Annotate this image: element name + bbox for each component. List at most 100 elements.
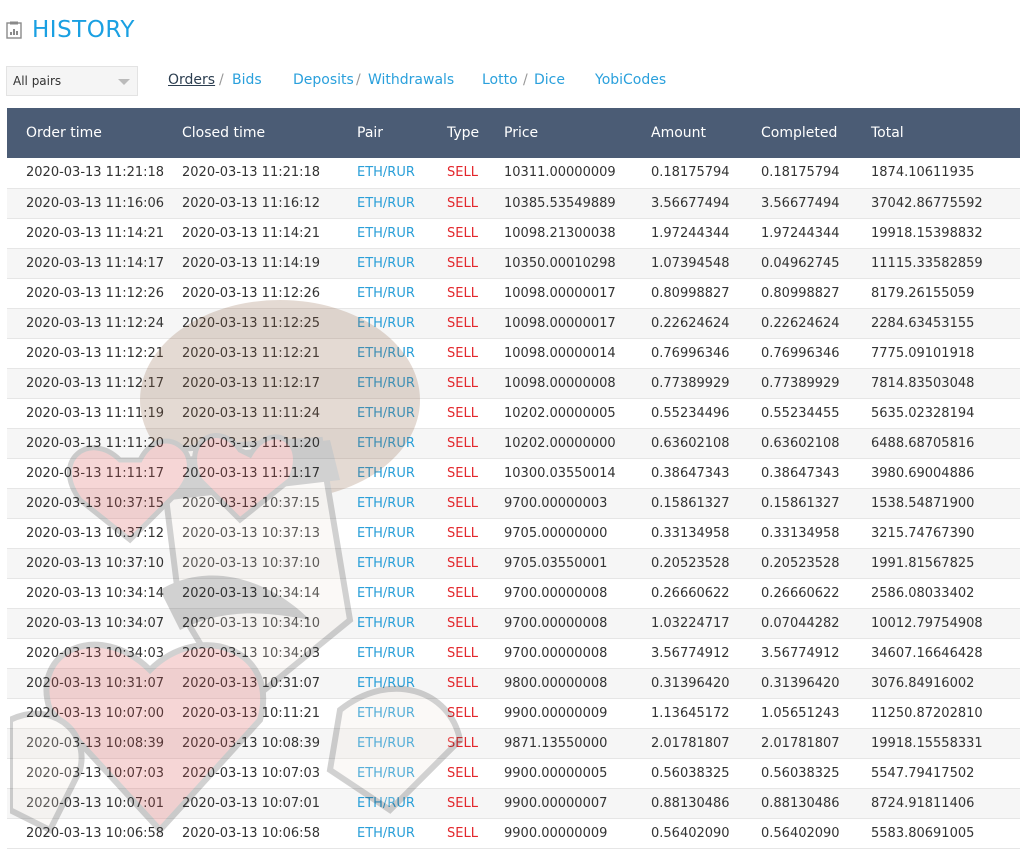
amount-cell: 2.01781807 bbox=[651, 735, 730, 751]
completed-cell: 0.55234455 bbox=[761, 405, 840, 421]
column-header: Type bbox=[447, 125, 480, 141]
pair-cell[interactable]: ETH/RUR bbox=[357, 428, 447, 458]
closed-time-cell: 2020-03-13 11:11:17 bbox=[182, 465, 321, 481]
pair-cell[interactable]: ETH/RUR bbox=[357, 728, 447, 758]
order-time-cell: 2020-03-13 10:31:07 bbox=[26, 675, 165, 691]
price-cell: 9700.00000008 bbox=[504, 645, 608, 661]
tab-yobicodes[interactable]: YobiCodes bbox=[595, 72, 666, 88]
amount-cell: 0.22624624 bbox=[651, 315, 730, 331]
table-row: 2020-03-13 11:12:21 2020-03-13 11:12:21 ET… bbox=[7, 338, 1020, 368]
tab-dice[interactable]: Dice bbox=[534, 72, 565, 88]
pair-cell[interactable]: ETH/RUR bbox=[357, 188, 447, 218]
tab-bids[interactable]: Bids bbox=[232, 72, 262, 88]
table-row: 2020-03-13 10:07:01 2020-03-13 10:07:01 ET… bbox=[7, 788, 1020, 818]
pair-cell[interactable]: ETH/RUR bbox=[357, 818, 447, 848]
type-cell: SELL bbox=[447, 525, 478, 541]
history-icon bbox=[6, 21, 22, 39]
price-cell: 9705.00000000 bbox=[504, 525, 608, 541]
price-cell: 9900.00000007 bbox=[504, 795, 608, 811]
order-time-cell: 2020-03-13 10:37:15 bbox=[26, 495, 165, 511]
price-cell: 10098.00000014 bbox=[504, 345, 616, 361]
nav-separator: / bbox=[523, 72, 528, 88]
type-cell: SELL bbox=[447, 495, 478, 511]
completed-cell: 2.01781807 bbox=[761, 735, 840, 751]
completed-cell: 0.04962745 bbox=[761, 255, 840, 271]
pair-cell[interactable]: ETH/RUR bbox=[357, 338, 447, 368]
pair-cell[interactable]: ETH/RUR bbox=[357, 548, 447, 578]
pair-cell[interactable]: ETH/RUR bbox=[357, 218, 447, 248]
amount-cell: 0.31396420 bbox=[651, 675, 730, 691]
type-cell: SELL bbox=[447, 195, 478, 211]
closed-time-cell: 2020-03-13 10:34:14 bbox=[182, 585, 321, 601]
amount-cell: 3.56774912 bbox=[651, 645, 730, 661]
closed-time-cell: 2020-03-13 11:12:26 bbox=[182, 285, 321, 301]
table-row: 2020-03-13 11:12:24 2020-03-13 11:12:25 ET… bbox=[7, 308, 1020, 338]
table-row: 2020-03-13 11:12:17 2020-03-13 11:12:17 ET… bbox=[7, 368, 1020, 398]
pair-cell[interactable]: ETH/RUR bbox=[357, 698, 447, 728]
column-header: Amount bbox=[651, 125, 707, 141]
pair-cell[interactable]: ETH/RUR bbox=[357, 308, 447, 338]
table-body: 2020-03-13 11:21:18 2020-03-13 11:21:18 ET… bbox=[7, 158, 1020, 848]
total-cell: 37042.86775592 bbox=[871, 195, 983, 211]
column-header: Pair bbox=[357, 125, 384, 141]
order-time-cell: 2020-03-13 11:14:17 bbox=[26, 255, 165, 271]
table-row: 2020-03-13 10:34:14 2020-03-13 10:34:14 ET… bbox=[7, 578, 1020, 608]
table-row: 2020-03-13 10:37:12 2020-03-13 10:37:13 ET… bbox=[7, 518, 1020, 548]
column-header: Total bbox=[871, 125, 904, 141]
pair-cell[interactable]: ETH/RUR bbox=[357, 458, 447, 488]
pair-cell[interactable]: ETH/RUR bbox=[357, 608, 447, 638]
total-cell: 1874.10611935 bbox=[871, 165, 975, 181]
order-time-cell: 2020-03-13 10:08:39 bbox=[26, 735, 165, 751]
type-cell: SELL bbox=[447, 165, 478, 181]
tab-lotto[interactable]: Lotto bbox=[482, 72, 518, 88]
price-cell: 10098.21300038 bbox=[504, 225, 616, 241]
total-cell: 19918.15558331 bbox=[871, 735, 983, 751]
closed-time-cell: 2020-03-13 10:34:03 bbox=[182, 645, 321, 661]
pair-cell[interactable]: ETH/RUR bbox=[357, 398, 447, 428]
pair-cell[interactable]: ETH/RUR bbox=[357, 248, 447, 278]
amount-cell: 0.63602108 bbox=[651, 435, 730, 451]
pair-cell[interactable]: ETH/RUR bbox=[357, 668, 447, 698]
completed-cell: 0.77389929 bbox=[761, 375, 840, 391]
completed-cell: 3.56774912 bbox=[761, 645, 840, 661]
pair-cell[interactable]: ETH/RUR bbox=[357, 758, 447, 788]
order-time-cell: 2020-03-13 10:34:14 bbox=[26, 585, 165, 601]
page-header: HISTORY bbox=[6, 14, 135, 46]
closed-time-cell: 2020-03-13 11:12:17 bbox=[182, 375, 321, 391]
total-cell: 34607.16646428 bbox=[871, 645, 983, 661]
order-time-cell: 2020-03-13 10:34:03 bbox=[26, 645, 165, 661]
pair-cell[interactable]: ETH/RUR bbox=[357, 578, 447, 608]
order-time-cell: 2020-03-13 11:16:06 bbox=[26, 195, 165, 211]
type-cell: SELL bbox=[447, 315, 478, 331]
type-cell: SELL bbox=[447, 675, 478, 691]
pair-cell[interactable]: ETH/RUR bbox=[357, 488, 447, 518]
completed-cell: 1.05651243 bbox=[761, 705, 840, 721]
order-time-cell: 2020-03-13 11:11:19 bbox=[26, 405, 165, 421]
price-cell: 9800.00000008 bbox=[504, 675, 608, 691]
closed-time-cell: 2020-03-13 10:08:39 bbox=[182, 735, 321, 751]
tab-withdrawals[interactable]: Withdrawals bbox=[368, 72, 454, 88]
pair-cell[interactable]: ETH/RUR bbox=[357, 518, 447, 548]
pair-cell[interactable]: ETH/RUR bbox=[357, 788, 447, 818]
price-cell: 10300.03550014 bbox=[504, 465, 616, 481]
table-row: 2020-03-13 11:14:17 2020-03-13 11:14:19 ET… bbox=[7, 248, 1020, 278]
total-cell: 11250.87202810 bbox=[871, 705, 983, 721]
completed-cell: 0.38647343 bbox=[761, 465, 840, 481]
completed-cell: 0.18175794 bbox=[761, 165, 840, 181]
order-time-cell: 2020-03-13 11:12:24 bbox=[26, 315, 165, 331]
closed-time-cell: 2020-03-13 11:21:18 bbox=[182, 165, 321, 181]
total-cell: 5547.79417502 bbox=[871, 765, 975, 781]
type-cell: SELL bbox=[447, 375, 478, 391]
tab-deposits[interactable]: Deposits bbox=[293, 72, 354, 88]
pair-cell[interactable]: ETH/RUR bbox=[357, 368, 447, 398]
type-cell: SELL bbox=[447, 825, 478, 841]
closed-time-cell: 2020-03-13 11:14:19 bbox=[182, 255, 321, 271]
nav-separator: / bbox=[219, 72, 224, 88]
pair-filter-select[interactable]: All pairs bbox=[6, 66, 138, 96]
order-time-cell: 2020-03-13 11:12:17 bbox=[26, 375, 165, 391]
tab-orders[interactable]: Orders bbox=[168, 72, 215, 88]
pair-cell[interactable]: ETH/RUR bbox=[357, 638, 447, 668]
pair-cell[interactable]: ETH/RUR bbox=[357, 158, 447, 188]
type-cell: SELL bbox=[447, 795, 478, 811]
pair-cell[interactable]: ETH/RUR bbox=[357, 278, 447, 308]
